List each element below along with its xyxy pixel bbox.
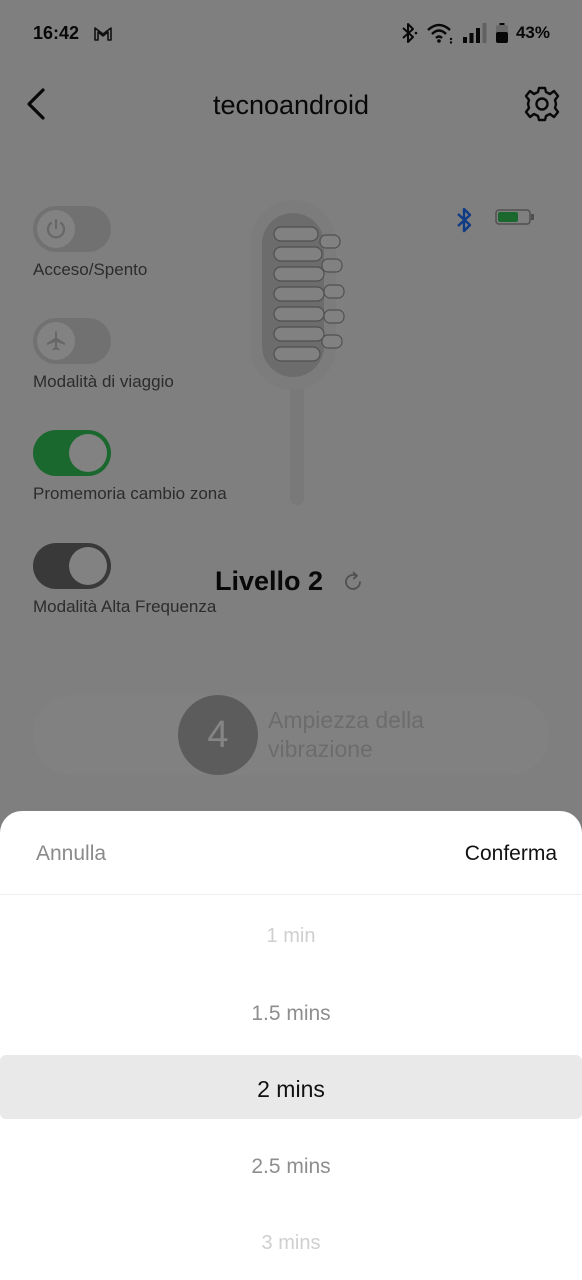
cancel-button[interactable]: Annulla	[36, 842, 106, 866]
toothbrush-app-screen: 16:42 43% tecnoandroid Acceso/Spento Mod…	[0, 0, 582, 1280]
picker-option[interactable]: 3 mins	[0, 1232, 582, 1255]
picker-option[interactable]: 1 min	[0, 925, 582, 948]
duration-picker-sheet: Annulla Conferma 1 min 1.5 mins 2 mins 2…	[0, 811, 582, 1280]
picker-option[interactable]: 2.5 mins	[0, 1155, 582, 1179]
confirm-button[interactable]: Conferma	[465, 842, 557, 866]
sheet-header: Annulla Conferma	[0, 811, 582, 895]
picker-option[interactable]: 1.5 mins	[0, 1002, 582, 1026]
picker-option-selected[interactable]: 2 mins	[0, 1076, 582, 1103]
